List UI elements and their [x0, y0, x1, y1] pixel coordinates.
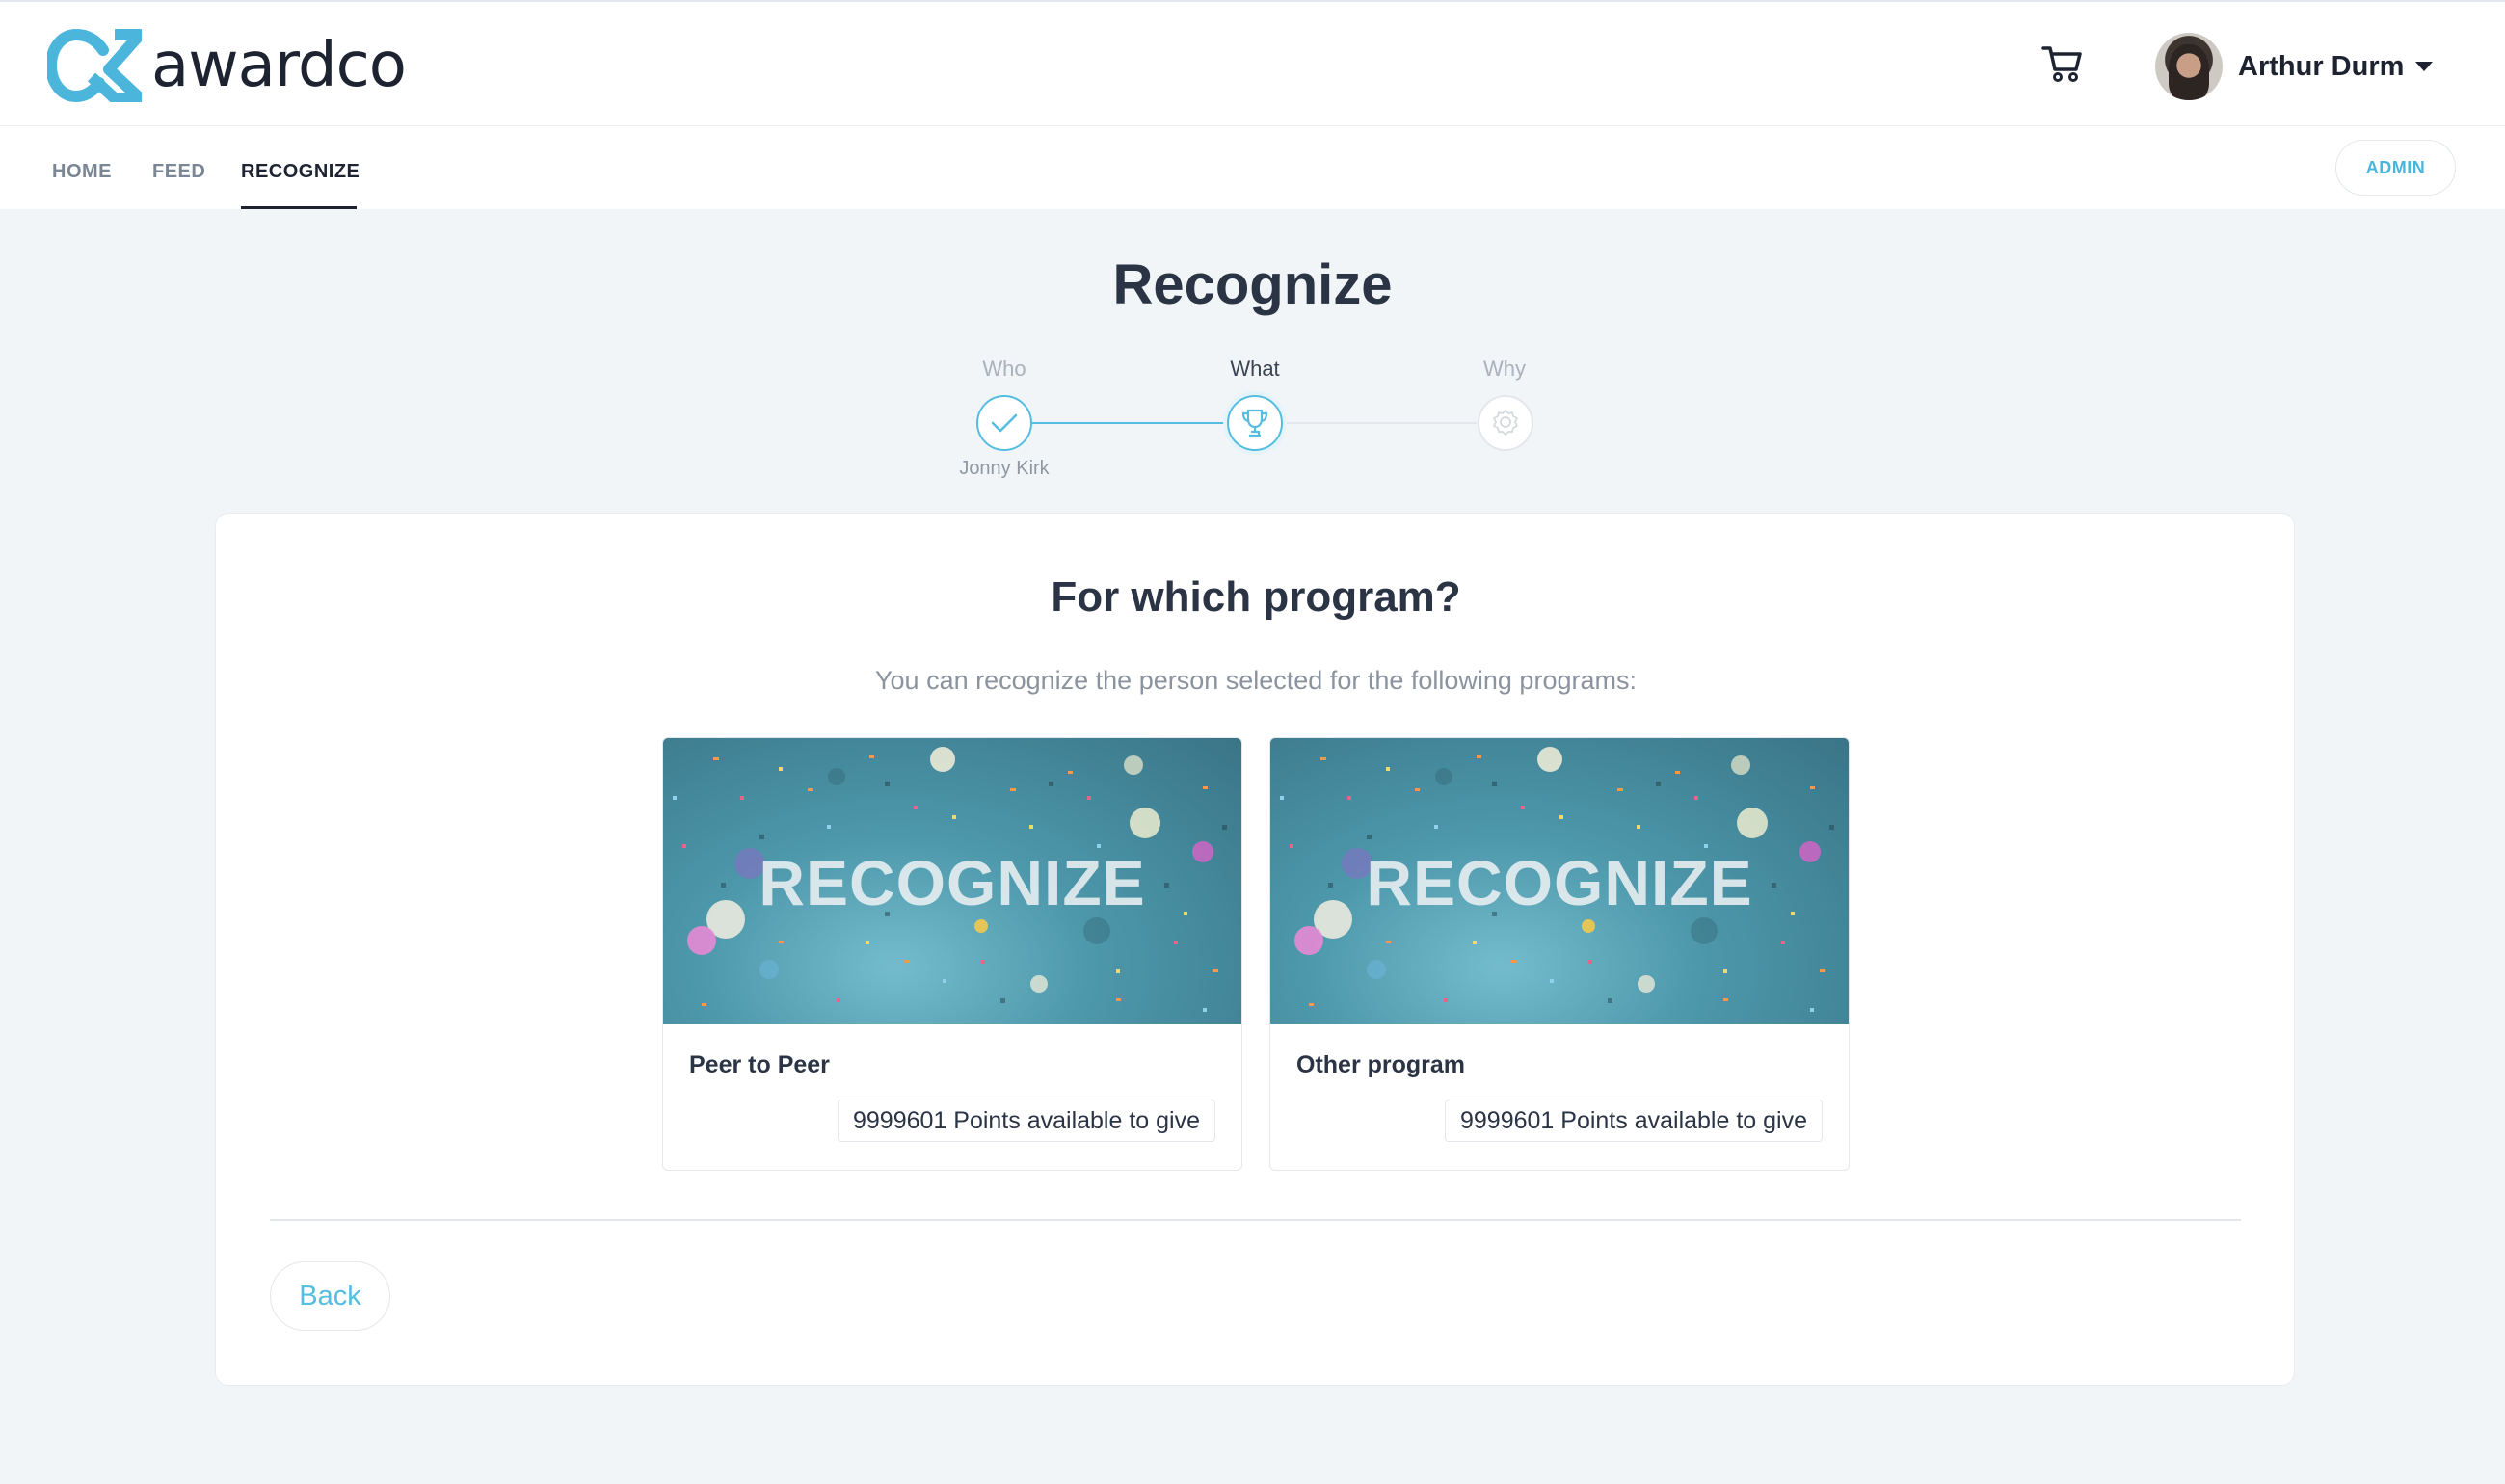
logo-wordmark: awardco: [151, 30, 407, 101]
program-banner-image: RECOGNIZE: [1270, 738, 1849, 1024]
step-what-label: What: [1230, 357, 1280, 381]
step-who-sublabel: Jonny Kirk: [959, 458, 1050, 479]
card-title: For which program?: [1051, 573, 1461, 621]
card-divider: [270, 1219, 2241, 1221]
back-button[interactable]: Back: [270, 1261, 390, 1331]
nav-home[interactable]: HOME: [52, 161, 112, 183]
main-nav: HOME FEED RECOGNIZE ADMIN: [0, 126, 2505, 209]
step-why: [1478, 395, 1533, 451]
program-card-other-program[interactable]: RECOGNIZE Other program 9999601 Points a…: [1269, 737, 1850, 1171]
stepper-line-complete: [1032, 422, 1228, 424]
program-banner-text: RECOGNIZE: [1366, 847, 1753, 918]
card-subtitle: You can recognize the person selected fo…: [875, 666, 1637, 695]
cart-icon[interactable]: [2041, 44, 2084, 83]
chevron-down-icon: [2415, 62, 2434, 71]
nav-recognize[interactable]: RECOGNIZE: [241, 161, 360, 183]
step-who-label: Who: [982, 357, 1026, 381]
awardco-logo[interactable]: awardco: [47, 29, 407, 102]
badge-icon: [1493, 410, 1518, 436]
program-name: Other program: [1296, 1051, 1466, 1078]
program-card-peer-to-peer[interactable]: RECOGNIZE Peer to Peer 9999601 Points av…: [662, 737, 1242, 1171]
top-header: awardco Arthur Durm: [0, 0, 2505, 126]
admin-button[interactable]: ADMIN: [2335, 140, 2456, 196]
user-menu[interactable]: Arthur Durm: [2155, 31, 2434, 102]
trophy-icon: [1241, 409, 1268, 437]
avatar: [2155, 33, 2223, 100]
program-name: Peer to Peer: [689, 1051, 830, 1078]
step-who[interactable]: [976, 395, 1032, 451]
step-what: [1227, 395, 1283, 451]
step-why-label: Why: [1483, 357, 1526, 381]
check-icon: [991, 413, 1018, 433]
program-selection-card: For which program? You can recognize the…: [215, 513, 2295, 1386]
nav-feed[interactable]: FEED: [152, 161, 205, 183]
awardco-mark-icon: [47, 29, 142, 102]
user-name: Arthur Durm: [2238, 50, 2405, 82]
active-tab-indicator: [241, 206, 357, 209]
points-available-badge: 9999601 Points available to give: [1445, 1100, 1823, 1142]
points-available-badge: 9999601 Points available to give: [838, 1100, 1215, 1142]
program-banner-image: RECOGNIZE: [663, 738, 1241, 1024]
stepper-line-pending: [1282, 422, 1477, 424]
program-banner-text: RECOGNIZE: [759, 847, 1146, 918]
page-title: Recognize: [1112, 253, 1393, 316]
